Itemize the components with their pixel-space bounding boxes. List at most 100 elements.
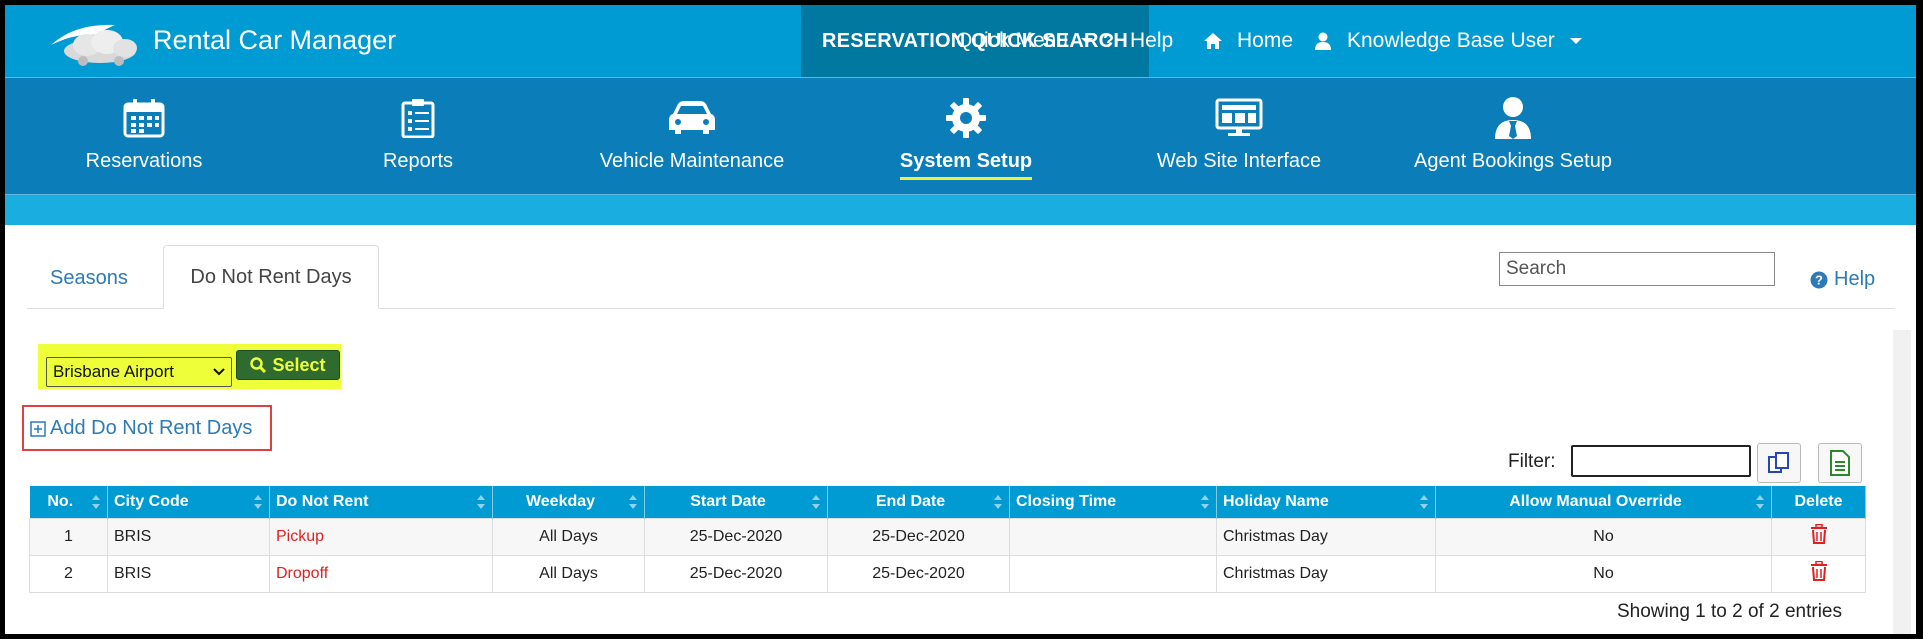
car-icon: [669, 101, 715, 134]
cell-weekday: All Days: [492, 554, 645, 593]
column-header-city-code[interactable]: City Code: [107, 486, 270, 518]
app-title: Rental Car Manager: [153, 25, 397, 55]
question-circle-icon: ?: [1810, 271, 1828, 288]
tab-do-not-rent-days[interactable]: Do Not Rent Days: [163, 245, 379, 309]
cell-closing-time: [1009, 554, 1217, 593]
cell-city-code: BRIS: [107, 554, 270, 593]
cell-weekday: All Days: [492, 517, 645, 556]
column-header-do-not-rent[interactable]: Do Not Rent: [269, 486, 493, 518]
cell-holiday-name: Christmas Day: [1216, 517, 1436, 556]
table-row: 1 BRIS Pickup All Days 25-Dec-2020 25-De…: [29, 517, 1866, 556]
svg-text:?: ?: [1815, 272, 1823, 287]
column-header-delete: Delete: [1771, 486, 1866, 518]
filter-label: Filter:: [1508, 451, 1556, 472]
table-row: 2 BRIS Dropoff All Days 25-Dec-2020 25-D…: [29, 554, 1866, 593]
help-link-label: Help: [1834, 268, 1876, 290]
calendar-icon: [123, 99, 165, 138]
gear-icon: [946, 98, 986, 138]
table-header-row: No. City Code Do Not Rent Weekday Start …: [29, 486, 1866, 518]
cell-do-not-rent: Pickup: [269, 517, 493, 556]
cell-no: 2: [29, 554, 108, 593]
question-icon: ?: [1103, 30, 1114, 51]
trash-icon[interactable]: [1810, 523, 1828, 544]
sort-icon: [1420, 495, 1428, 509]
sort-icon: [477, 495, 485, 509]
sort-icon: [1756, 495, 1764, 509]
main-navigation: Reservations Reports Vehicle Maintenance…: [5, 77, 1916, 195]
nav-reservations[interactable]: Reservations: [19, 78, 269, 196]
home-icon: [1204, 33, 1222, 49]
location-select[interactable]: Brisbane Airport: [46, 357, 232, 387]
add-link-label: Add Do Not Rent Days: [50, 417, 253, 439]
spreadsheet-icon: [1830, 450, 1850, 476]
monitor-icon: [1215, 98, 1263, 136]
cell-holiday-name: Christmas Day: [1216, 554, 1436, 593]
sort-icon: [812, 495, 820, 509]
cell-no: 1: [29, 517, 108, 556]
plus-square-icon: [30, 420, 46, 437]
top-bar: Rental Car Manager RESERVATION QUICK SEA…: [5, 5, 1916, 77]
sort-icon: [629, 495, 637, 509]
cell-delete: [1771, 554, 1866, 593]
help-menu-label: Help: [1130, 29, 1174, 52]
nav-label: Agent Bookings Setup: [1414, 150, 1612, 172]
user-menu-dropdown[interactable]: Knowledge Base User: [1315, 5, 1583, 77]
cell-end-date: 25-Dec-2020: [827, 554, 1010, 593]
chevron-down-icon: [213, 368, 225, 376]
cell-closing-time: [1009, 517, 1217, 556]
nav-label: Reservations: [85, 150, 203, 172]
quick-menu-dropdown[interactable]: Quick Menu: [956, 5, 1094, 77]
quick-menu-label: Quick Menu: [956, 29, 1069, 52]
search-icon: [250, 357, 267, 373]
cell-city-code: BRIS: [107, 517, 270, 556]
help-menu-link[interactable]: ? Help: [1103, 5, 1173, 77]
column-header-end-date[interactable]: End Date: [827, 486, 1010, 518]
filter-input[interactable]: [1571, 445, 1751, 477]
cell-end-date: 25-Dec-2020: [827, 517, 1010, 556]
column-header-holiday-name[interactable]: Holiday Name: [1216, 486, 1436, 518]
app-window: Rental Car Manager RESERVATION QUICK SEA…: [5, 5, 1916, 634]
nav-label: Web Site Interface: [1156, 150, 1322, 172]
column-header-no[interactable]: No.: [29, 486, 108, 518]
user-icon: [1315, 32, 1331, 50]
trash-icon[interactable]: [1810, 560, 1828, 581]
location-selected-value: Brisbane Airport: [53, 362, 174, 381]
cell-delete: [1771, 517, 1866, 556]
nav-web-site-interface[interactable]: Web Site Interface: [1114, 78, 1364, 196]
do-not-rent-days-table: No. City Code Do Not Rent Weekday Start …: [29, 486, 1866, 593]
column-header-weekday[interactable]: Weekday: [492, 486, 645, 518]
copy-button[interactable]: [1757, 443, 1801, 483]
export-csv-button[interactable]: [1818, 443, 1862, 483]
search-input[interactable]: [1499, 252, 1775, 286]
select-button-label: Select: [272, 354, 326, 375]
nav-label: Reports: [382, 150, 454, 172]
sort-icon: [92, 495, 100, 509]
nav-vehicle-maintenance[interactable]: Vehicle Maintenance: [567, 78, 817, 196]
home-link[interactable]: Home: [1203, 5, 1293, 77]
nav-reports[interactable]: Reports: [293, 78, 543, 196]
sort-icon: [994, 495, 1002, 509]
vertical-scrollbar[interactable]: [1893, 330, 1911, 634]
cell-do-not-rent: Dropoff: [269, 554, 493, 593]
cell-allow-manual-override: No: [1435, 517, 1772, 556]
clipboard-icon: [401, 99, 435, 138]
column-header-allow-manual-override[interactable]: Allow Manual Override: [1435, 486, 1772, 518]
cell-allow-manual-override: No: [1435, 554, 1772, 593]
select-location-button[interactable]: Select: [236, 350, 340, 380]
cell-start-date: 25-Dec-2020: [644, 517, 828, 556]
caret-down-icon: [1569, 38, 1582, 44]
add-do-not-rent-days-link[interactable]: Add Do Not Rent Days: [30, 417, 252, 440]
column-header-start-date[interactable]: Start Date: [644, 486, 828, 518]
car-cloud-logo-icon[interactable]: [45, 15, 145, 70]
help-link[interactable]: ? Help: [1810, 268, 1875, 291]
tab-seasons[interactable]: Seasons: [50, 267, 128, 290]
nav-agent-bookings-setup[interactable]: Agent Bookings Setup: [1388, 78, 1638, 196]
user-name: Knowledge Base User: [1347, 29, 1555, 52]
cell-start-date: 25-Dec-2020: [644, 554, 828, 593]
nav-system-setup[interactable]: System Setup: [841, 78, 1091, 196]
sort-icon: [254, 495, 262, 509]
nav-label: System Setup: [899, 150, 1033, 180]
nav-label: Vehicle Maintenance: [599, 150, 785, 172]
caret-down-icon: [1081, 38, 1094, 44]
column-header-closing-time[interactable]: Closing Time: [1009, 486, 1217, 518]
